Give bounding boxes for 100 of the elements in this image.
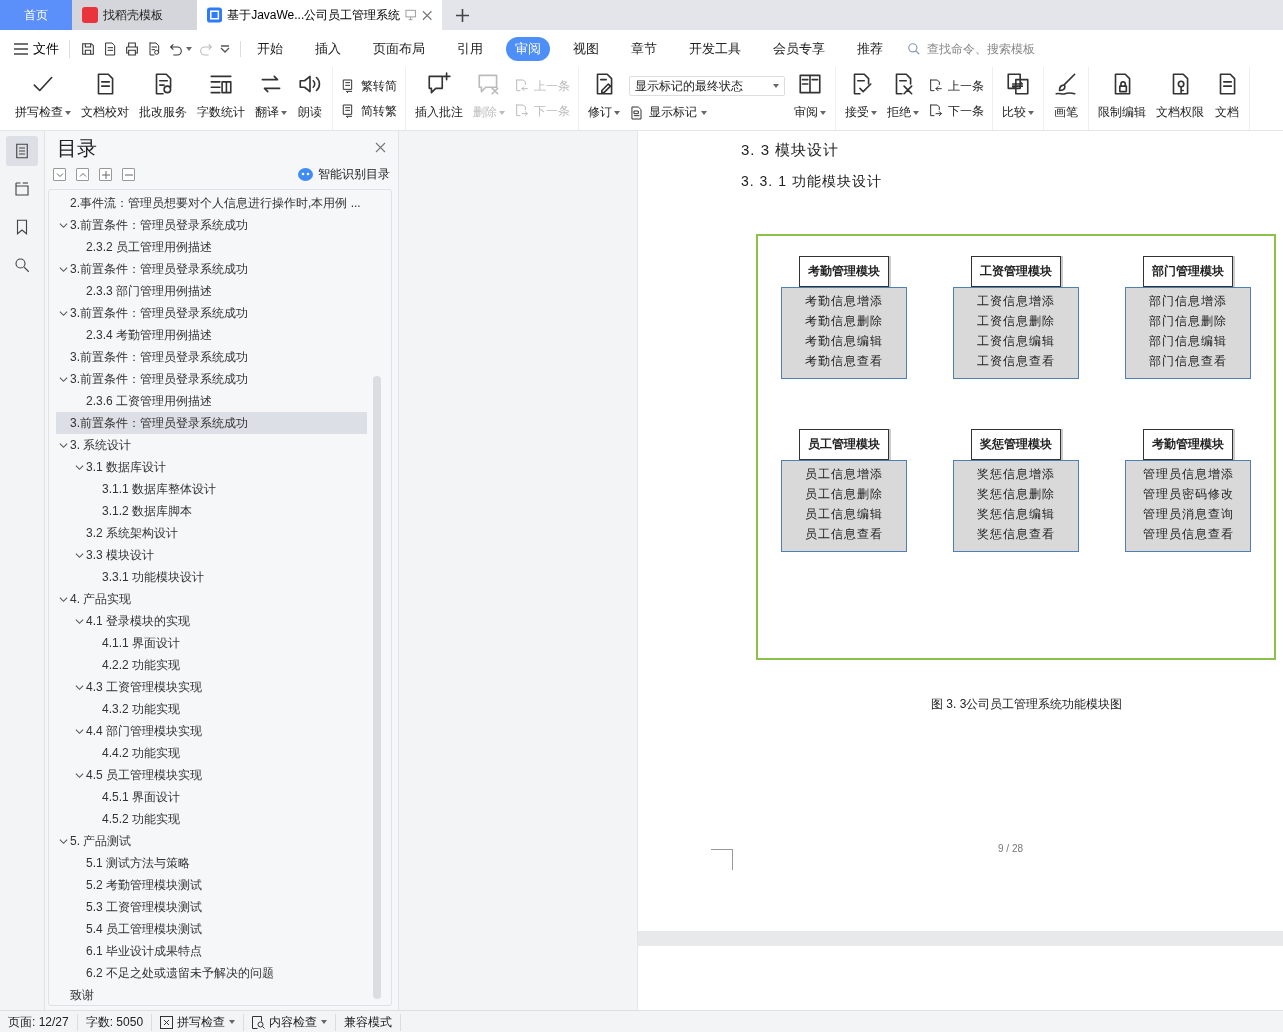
- outline-item[interactable]: 2.3.4 考勤管理用例描述: [56, 324, 367, 346]
- outline-item[interactable]: 5. 产品测试: [56, 830, 367, 852]
- outline-item[interactable]: 3.前置条件：管理员登录系统成功: [56, 412, 367, 434]
- module-function: 管理员密码修改: [1142, 486, 1234, 503]
- outline-item[interactable]: 3.前置条件：管理员登录系统成功: [56, 214, 367, 236]
- menu-tab[interactable]: 开发工具: [680, 36, 750, 61]
- outline-item[interactable]: 3.1.2 数据库脚本: [56, 500, 367, 522]
- toolbar-button[interactable]: 繁转简: [341, 77, 397, 95]
- ribbon-button[interactable]: 朗读: [292, 67, 328, 130]
- save-icon: [80, 40, 96, 57]
- ribbon-button[interactable]: 接受: [840, 67, 882, 130]
- app-tab[interactable]: 基于JavaWe...公司员工管理系统: [197, 0, 442, 30]
- menu-tab[interactable]: 章节: [622, 36, 666, 61]
- outline-item[interactable]: 4.2.2 功能实现: [56, 654, 367, 676]
- print-preview-button[interactable]: [146, 40, 162, 57]
- module-title: 部门管理模块: [1143, 256, 1233, 287]
- ribbon-button[interactable]: 文档: [1209, 67, 1245, 130]
- outline-item[interactable]: 4.4.2 功能实现: [56, 742, 367, 764]
- file-menu-button[interactable]: 文件: [14, 39, 70, 58]
- chevron-down-icon: [220, 44, 230, 53]
- menu-tab[interactable]: 推荐: [848, 36, 892, 61]
- caret-icon: [701, 110, 707, 115]
- ribbon-button[interactable]: 画笔: [1048, 67, 1084, 130]
- outline-item[interactable]: 3.前置条件：管理员登录系统成功: [56, 258, 367, 280]
- outline-item[interactable]: 3.2 系统架构设计: [56, 522, 367, 544]
- outline-item[interactable]: 2.3.3 部门管理用例描述: [56, 280, 367, 302]
- ribbon-button[interactable]: 文档校对: [76, 67, 134, 130]
- outline-item[interactable]: 5.3 工资管理模块测试: [56, 896, 367, 918]
- menu-tab[interactable]: 页面布局: [364, 36, 434, 61]
- toolbar-button[interactable]: 简转繁: [341, 102, 397, 120]
- toolbar-button[interactable]: 下一条: [928, 102, 984, 120]
- caret-icon: [820, 110, 826, 115]
- ribbon-button[interactable]: 修订: [583, 67, 625, 130]
- collapse-button[interactable]: [76, 168, 89, 181]
- app-tab[interactable]: 找稻壳模板: [72, 0, 197, 30]
- ribbon-button[interactable]: 文档权限: [1151, 67, 1209, 130]
- box-x-icon: [160, 1015, 174, 1029]
- outline-item[interactable]: 2.3.6 工资管理用例描述: [56, 390, 367, 412]
- print-button[interactable]: [124, 40, 140, 57]
- outline-item[interactable]: 3.前置条件：管理员登录系统成功: [56, 302, 367, 324]
- close-icon[interactable]: [421, 9, 432, 21]
- menu-tab[interactable]: 视图: [564, 36, 608, 61]
- outline-item[interactable]: 2.事件流：管理员想要对个人信息进行操作时,本用例 ...: [56, 192, 367, 214]
- ribbon-button[interactable]: 批改服务: [134, 67, 192, 130]
- toolbar-button[interactable]: 上一条: [928, 77, 984, 95]
- module-function: 部门信息删除: [1149, 313, 1227, 330]
- outline-item[interactable]: 4.1.1 界面设计: [56, 632, 367, 654]
- outline-item[interactable]: 3.前置条件：管理员登录系统成功: [56, 346, 367, 368]
- ribbon-button[interactable]: 拼写检查: [10, 67, 76, 130]
- outline-item[interactable]: 4. 产品实现: [56, 588, 367, 610]
- outline-item[interactable]: 3. 系统设计: [56, 434, 367, 456]
- search-field[interactable]: 查找命令、搜索模板: [925, 40, 1069, 57]
- outline-item[interactable]: 5.4 员工管理模块测试: [56, 918, 367, 940]
- toolbar-button[interactable]: 显示标记: [629, 104, 785, 121]
- menu-tab[interactable]: 引用: [448, 36, 492, 61]
- module-function: 奖惩信息查看: [977, 526, 1055, 543]
- menu-tab[interactable]: 插入: [306, 36, 350, 61]
- ribbon-button[interactable]: 限制编辑: [1093, 67, 1151, 130]
- outline-item[interactable]: 3.3 模块设计: [56, 544, 367, 566]
- caret-icon: [773, 84, 779, 88]
- outline-item[interactable]: 3.前置条件：管理员登录系统成功: [56, 368, 367, 390]
- ribbon-button[interactable]: 字数统计: [192, 67, 250, 130]
- module-title: 工资管理模块: [971, 256, 1061, 287]
- outline-item[interactable]: 致谢: [56, 984, 367, 1005]
- content-check-button[interactable]: 内容检查: [244, 1013, 337, 1031]
- module-function: 员工信息删除: [805, 486, 883, 503]
- save-button[interactable]: [80, 40, 96, 57]
- outline-item[interactable]: 4.4 部门管理模块实现: [56, 720, 367, 742]
- outline-item[interactable]: 6.2 不足之处或遗留未予解决的问题: [56, 962, 367, 984]
- ribbon-button[interactable]: 翻译: [250, 67, 292, 130]
- outline-item[interactable]: 4.5.2 功能实现: [56, 808, 367, 830]
- ribbon-button[interactable]: 比较: [997, 67, 1039, 130]
- outline-item[interactable]: 3.3.1 功能模块设计: [56, 566, 367, 588]
- outline-item[interactable]: 3.1 数据库设计: [56, 456, 367, 478]
- outline-item[interactable]: 4.5 员工管理模块实现: [56, 764, 367, 786]
- word-count: 字数: 5050: [77, 1013, 153, 1031]
- smart-toc-button[interactable]: 智能识别目录: [298, 166, 390, 183]
- outline-item[interactable]: 4.5.1 界面设计: [56, 786, 367, 808]
- spell-check-button[interactable]: 拼写检查: [152, 1013, 245, 1031]
- customize-button[interactable]: [220, 44, 230, 53]
- outline-item[interactable]: 4.1 登录模块的实现: [56, 610, 367, 632]
- outline-item[interactable]: 6.1 毕业设计成果特点: [56, 940, 367, 962]
- menu-tab[interactable]: 会员专享: [764, 36, 834, 61]
- menu-tab[interactable]: 开始: [248, 36, 292, 61]
- sidebar-button[interactable]: [6, 136, 38, 166]
- remove-button[interactable]: [122, 168, 135, 181]
- ribbon-button[interactable]: 插入批注: [410, 67, 468, 130]
- add-button[interactable]: [99, 168, 112, 181]
- export-button[interactable]: [102, 40, 118, 57]
- ribbon-button[interactable]: 拒绝: [882, 67, 924, 130]
- outline-item[interactable]: 5.1 测试方法与策略: [56, 852, 367, 874]
- markup-state-dropdown[interactable]: 显示标记的最终状态: [629, 76, 785, 96]
- outline-item[interactable]: 4.3.2 功能实现: [56, 698, 367, 720]
- ribbon-button[interactable]: 审阅: [789, 67, 831, 130]
- outline-item[interactable]: 5.2 考勤管理模块测试: [56, 874, 367, 896]
- outline-item[interactable]: 4.3 工资管理模块实现: [56, 676, 367, 698]
- outline-item[interactable]: 2.3.2 员工管理用例描述: [56, 236, 367, 258]
- outline-item[interactable]: 3.1.1 数据库整体设计: [56, 478, 367, 500]
- scrollbar[interactable]: [373, 376, 381, 999]
- expand-button[interactable]: [53, 168, 66, 181]
